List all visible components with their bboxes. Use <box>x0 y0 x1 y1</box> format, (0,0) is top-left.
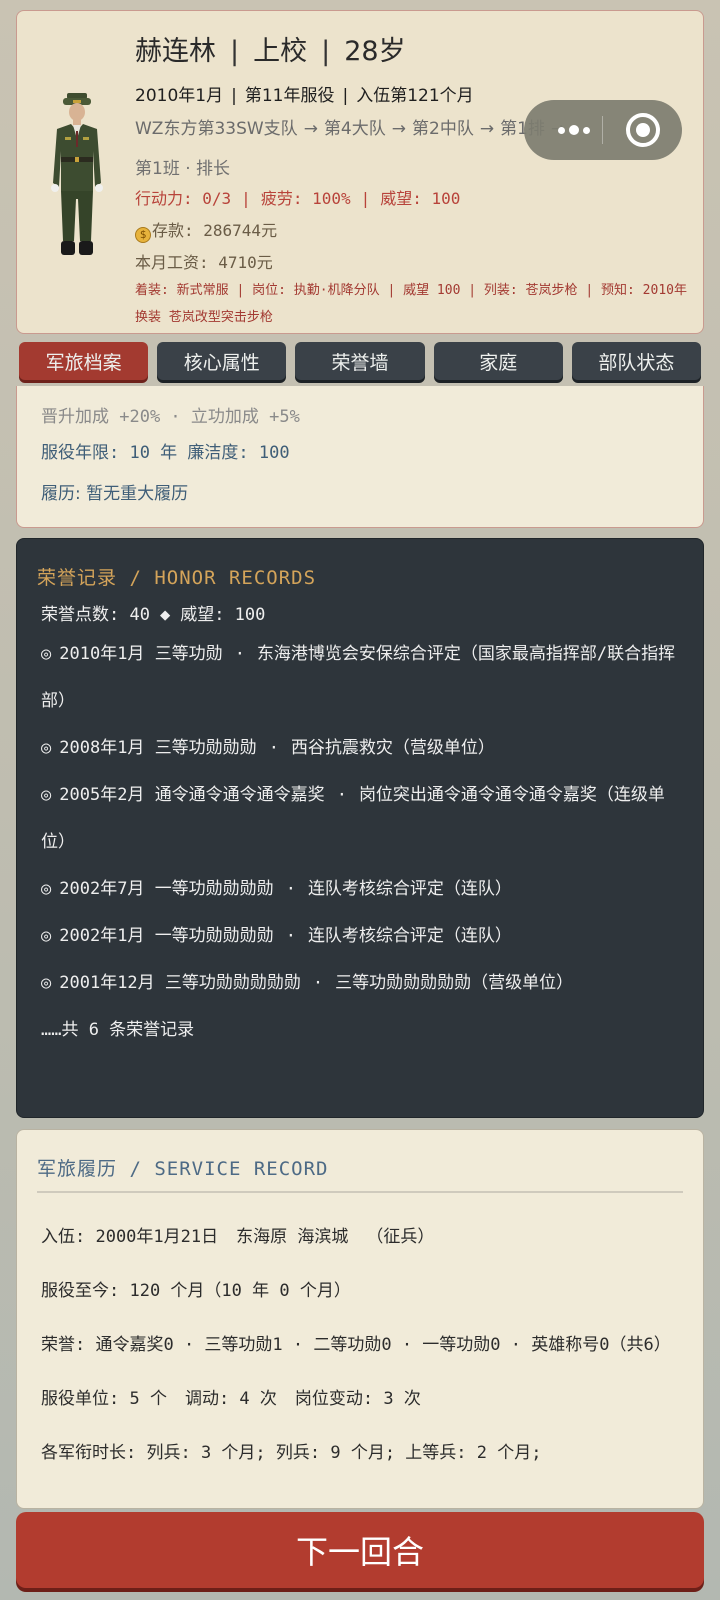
tab-family[interactable]: 家庭 <box>433 342 563 380</box>
unit-level: 第4大队 <box>323 119 386 139</box>
record-event: 西谷抗震救灾（营级单位） <box>290 738 495 758</box>
name-rank-age: 赫连林 | 上校 | 28岁 <box>135 36 406 67</box>
medal-ring-icon: ◎ <box>41 785 52 805</box>
unit-level: 第2中队 <box>412 119 474 139</box>
equipment-info: 着装: 新式常服 | 岗位: 执勤·机降分队 | 威望 100 | 列装: 苍岚… <box>135 283 687 325</box>
fatigue: 疲劳: 100% <box>260 189 351 208</box>
soldier-rank: 上校 <box>253 36 308 67</box>
service-rows: 入伍: 2000年1月21日 东海原 海滨城 （征兵） 服役至今: 120 个月（1… <box>41 1210 683 1480</box>
post-change-count: 岗位变动: 3 次 <box>294 1389 421 1409</box>
record-date: 2001年12月 <box>59 973 155 993</box>
honor-summary: 荣誉点数: 40 ◆ 威望: 100 <box>41 600 265 625</box>
record-date: 2002年1月 <box>59 926 145 946</box>
medal-ring-icon: ◎ <box>41 879 52 899</box>
action-points: 行动力: 0/3 <box>135 189 232 208</box>
unit-level: WZ东方第33SW支队 <box>135 119 298 139</box>
record-award: 通令通令通令通令嘉奖 <box>154 785 325 805</box>
more-dots-icon[interactable] <box>544 114 604 146</box>
record-date: 2008年1月 <box>59 738 145 758</box>
enlist-info: 入伍: 2000年1月21日 东海原 海滨城 （征兵） <box>41 1210 683 1264</box>
tab-unit-status[interactable]: 部队状态 <box>571 342 702 380</box>
profile-card: 赫连林 | 上校 | 28岁 2010年1月 | 第11年服役 | 入伍第121个月 WZ东方第… <box>16 10 704 334</box>
record-event: 三等功勋勋勋勋勋（营级单位） <box>335 973 574 993</box>
unit-path: WZ东方第33SW支队→第4大队→第2中队→第1排→ <box>135 114 571 139</box>
separator: · <box>285 879 296 899</box>
monthly-wage: 本月工资: 4710元 <box>135 253 273 272</box>
separator: · <box>336 785 347 805</box>
honor-title: 荣誉记录 / HONOR RECORDS <box>37 567 317 589</box>
honor-record: ◎ 2008年1月 三等功勋勋勋 · 西谷抗震救灾（营级单位） <box>41 725 683 772</box>
record-award: 一等功勋勋勋勋 <box>154 926 274 946</box>
next-turn-button[interactable]: 下一回合 <box>16 1512 704 1588</box>
divider <box>37 1191 683 1193</box>
rank-duration: 各军衔时长: 列兵: 3 个月; 列兵: 9 个月; 上等兵: 2 个月; <box>41 1443 542 1463</box>
record-event: 连队考核综合评定（连队） <box>307 879 512 899</box>
record-date: 2010年1月 <box>59 644 145 664</box>
promotion-bonus: 晋升加成 +20% · 立功加成 +5% <box>41 407 300 427</box>
soldier-avatar-icon <box>51 93 103 255</box>
record-award: 三等功勋勋勋勋勋 <box>164 973 301 993</box>
honor-record: ◎ 2005年2月 通令通令通令通令嘉奖 · 岗位突出通令通令通令通令嘉奖（连级单位） <box>41 772 683 866</box>
medal-ring-icon: ◎ <box>41 926 52 946</box>
honor-record: ◎ 2001年12月 三等功勋勋勋勋勋 · 三等功勋勋勋勋勋（营级单位） <box>41 960 683 1007</box>
separator: · <box>285 926 296 946</box>
prestige: 威望: 100 <box>380 189 461 208</box>
squad-role: 第1班 · 排长 <box>135 159 231 179</box>
tab-honor-wall[interactable]: 荣誉墙 <box>295 342 425 380</box>
record-date: 2005年2月 <box>59 785 145 805</box>
archive-panel: 晋升加成 +20% · 立功加成 +5% 服役年限: 10 年 廉洁度: 100… <box>16 386 704 528</box>
separator: · <box>268 738 279 758</box>
date-line: 2010年1月 | 第11年服役 | 入伍第121个月 <box>135 86 474 106</box>
medal-ring-icon: ◎ <box>41 973 52 993</box>
savings-value: 存款: 286744元 <box>152 221 278 240</box>
arrow-icon: → <box>303 119 318 139</box>
tab-military-archive[interactable]: 军旅档案 <box>19 342 149 380</box>
soldier-age: 28岁 <box>344 36 406 67</box>
enlist-date: 入伍: 2000年1月21日 <box>41 1227 219 1247</box>
status-stats: 行动力: 0/3 | 疲劳: 100% | 威望: 100 <box>135 189 461 208</box>
savings: $ 存款: 286744元 <box>135 217 277 243</box>
enlist-month: 入伍第121个月 <box>356 86 474 106</box>
service-title: 军旅履历 / SERVICE RECORD <box>37 1158 329 1180</box>
honor-record: ◎ 2002年7月 一等功勋勋勋勋 · 连队考核综合评定（连队） <box>41 866 683 913</box>
mini-program-capsule <box>524 100 682 160</box>
record-award: 一等功勋勋勋勋 <box>154 879 274 899</box>
unit-count: 服役单位: 5 个 <box>41 1389 167 1409</box>
honor-points: 荣誉点数: 40 <box>41 605 150 625</box>
unit-stats: 服役单位: 5 个调动: 4 次岗位变动: 3 次 <box>41 1372 683 1426</box>
honor-prestige: 威望: 100 <box>180 605 266 625</box>
separator: · <box>312 973 324 993</box>
target-close-icon[interactable] <box>626 113 660 147</box>
tab-bar: 军旅档案 核心属性 荣誉墙 家庭 部队状态 <box>19 342 702 382</box>
service-record-panel: 军旅履历 / SERVICE RECORD 入伍: 2000年1月21日 东海原 … <box>16 1129 704 1509</box>
arrow-icon: → <box>479 119 495 139</box>
service-year: 第11年服役 <box>244 86 335 106</box>
medal-ring-icon: ◎ <box>41 738 52 758</box>
service-duration: 服役至今: 120 个月（10 年 0 个月） <box>41 1281 351 1301</box>
soldier-name: 赫连林 <box>135 36 216 67</box>
record-date: 2002年7月 <box>59 879 145 899</box>
money-bag-icon: $ <box>135 227 151 243</box>
arrow-icon: → <box>391 119 407 139</box>
service-years: 服役年限: 10 年 廉洁度: 100 <box>41 443 290 463</box>
honor-record: ◎ 2002年1月 一等功勋勋勋勋 · 连队考核综合评定（连队） <box>41 913 683 960</box>
honor-count: ……共 6 条荣誉记录 <box>41 1020 195 1040</box>
diamond-icon: ◆ <box>159 605 171 625</box>
record-award: 三等功勋勋勋 <box>154 738 257 758</box>
capsule-divider <box>602 116 603 144</box>
medal-ring-icon: ◎ <box>41 644 52 664</box>
tab-core-attributes[interactable]: 核心属性 <box>157 342 287 380</box>
record-award: 三等功勋 <box>154 644 223 664</box>
record-event: 连队考核综合评定（连队） <box>307 926 512 946</box>
resume: 履历: 暂无重大履历 <box>41 484 189 504</box>
honor-list: ◎ 2010年1月 三等功勋 · 东海港博览会安保综合评定（国家最高指挥部/联合指挥部… <box>41 631 683 1054</box>
transfer-count: 调动: 4 次 <box>184 1389 277 1409</box>
honor-records-panel: 荣誉记录 / HONOR RECORDS 荣誉点数: 40 ◆ 威望: 100 ◎ 2… <box>16 538 704 1118</box>
current-date: 2010年1月 <box>135 86 224 106</box>
honor-summary-line: 荣誉: 通令嘉奖0 · 三等功勋1 · 二等功勋0 · 一等功勋0 · 英雄称号… <box>41 1335 671 1355</box>
origin: 东海原 海滨城 <box>236 1227 349 1247</box>
draft-type: （征兵） <box>366 1227 435 1247</box>
separator: · <box>234 644 245 664</box>
honor-record: ◎ 2010年1月 三等功勋 · 东海港博览会安保综合评定（国家最高指挥部/联合指挥部… <box>41 631 683 725</box>
